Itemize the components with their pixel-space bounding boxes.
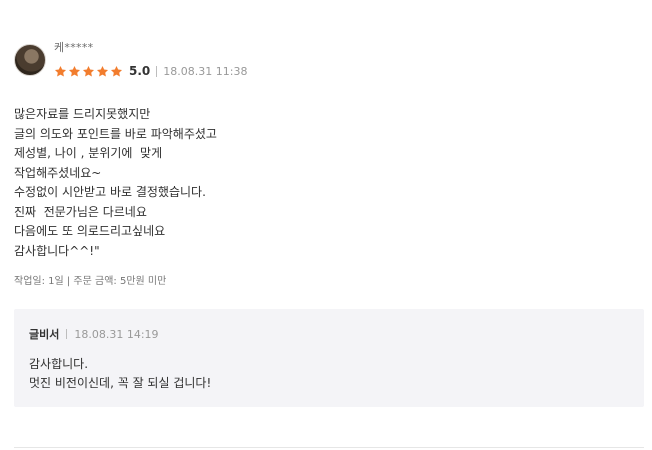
review-meta: 5.0 18.08.31 11:38: [54, 63, 247, 79]
reply-header: 글비서 18.08.31 14:19: [29, 326, 159, 342]
review-text-line: 진짜 전문가님은 다르네요: [14, 204, 147, 219]
star-icon: [110, 65, 123, 77]
star-icon: [96, 65, 109, 77]
review-text-line: 작업해주셨네요~: [14, 165, 102, 180]
review-text-line: 글의 의도와 포인트를 바로 파악해주셨고: [14, 126, 217, 141]
reviewer-name: 케*****: [54, 41, 94, 54]
reply-text-line: 감사합니다.: [29, 357, 89, 371]
rating-score: 5.0: [129, 64, 151, 78]
section-divider: [14, 447, 644, 448]
review-date: 18.08.31 11:38: [163, 64, 248, 78]
reply-divider: [66, 329, 68, 339]
review-text-line: 많은자료를 드리지못했지만: [14, 107, 151, 121]
review-text-line: 다음에도 또 의로드리고싶네요: [14, 224, 166, 238]
seller-reply: 글비서 18.08.31 14:19 감사합니다. 멋진 비전이신데, 꼭 잘 되…: [14, 309, 644, 407]
star-rating: [54, 65, 123, 78]
reply-author: 글비서: [29, 328, 60, 341]
reply-text: 감사합니다. 멋진 비전이신데, 꼭 잘 되실 겁니다!: [29, 355, 211, 393]
meta-divider: [156, 65, 158, 77]
order-info: 작업일: 1일 | 주문 금액: 5만원 미만: [14, 276, 167, 287]
avatar[interactable]: [14, 44, 46, 76]
review-text: 많은자료를 드리지못했지만글의 의도와 포인트를 바로 파악해주셨고제성별, 나…: [14, 105, 574, 261]
star-icon: [54, 65, 67, 77]
reply-text-line: 멋진 비전이신데, 꼭 잘 되실 겁니다!: [29, 376, 212, 390]
review-card: 케***** 5.0 18.08.31 11:38 많은자료를 드리지못했지만글…: [0, 0, 652, 450]
review-text-line: 수정없이 시안받고 바로 결정했습니다.: [14, 185, 206, 199]
star-icon: [82, 65, 95, 77]
review-text-line: 감사합니다^^!": [14, 243, 100, 258]
star-icon: [68, 65, 81, 77]
reply-date: 18.08.31 14:19: [74, 327, 159, 341]
review-text-line: 제성별, 나이 , 분위기에 맞게: [14, 146, 163, 160]
